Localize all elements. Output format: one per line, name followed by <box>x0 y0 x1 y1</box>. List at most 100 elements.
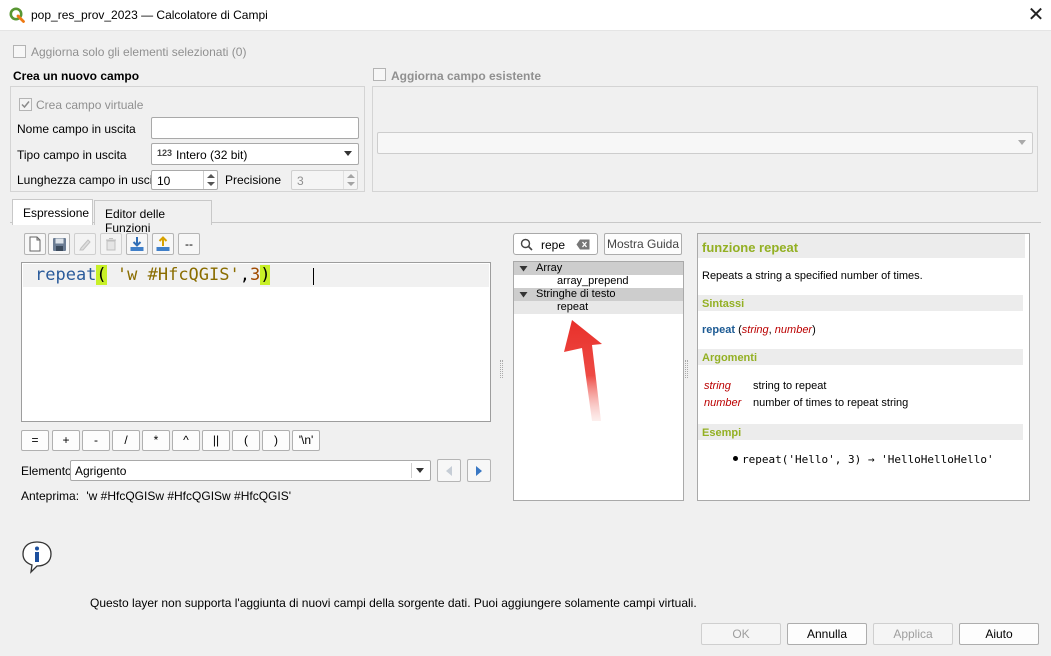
help-button[interactable]: Aiuto <box>959 623 1039 645</box>
pencil-icon <box>79 239 91 251</box>
arrow-right-icon <box>476 465 482 476</box>
splitter-handle[interactable] <box>685 360 688 378</box>
combo-separator <box>411 463 412 478</box>
only-selected-checkbox[interactable] <box>13 45 26 58</box>
preview-value: 'w #HfcQGISw #HfcQGISw #HfcQGIS' <box>86 489 291 503</box>
only-selected-label: Aggiorna solo gli elementi selezionati (… <box>31 45 247 59</box>
tree-item-array-prepend[interactable]: array_prepend <box>557 275 629 288</box>
spin-buttons[interactable] <box>343 171 357 189</box>
op-concat-button[interactable]: || <box>202 430 230 451</box>
syntax-open: ( <box>735 324 742 336</box>
spin-up-icon <box>347 174 355 178</box>
op-minus-button[interactable]: - <box>82 430 110 451</box>
arg-name-number: number <box>704 397 742 409</box>
previous-feature-button[interactable] <box>437 459 461 482</box>
output-type-label: Tipo campo in uscita <box>17 148 127 162</box>
import-button[interactable] <box>126 233 148 255</box>
window-title: pop_res_prov_2023 — Calcolatore di Campi <box>31 8 268 22</box>
syntax-close: ) <box>812 324 816 336</box>
expression-code: repeat( 'w #HfcQGIS',3) <box>35 264 271 287</box>
save-icon <box>52 237 66 251</box>
expression-editor[interactable]: repeat( 'w #HfcQGIS',3) <box>21 262 491 422</box>
syntax-line: repeat (string, number) <box>702 324 816 336</box>
splitter-handle[interactable] <box>500 360 503 378</box>
op-close-paren-button[interactable]: ) <box>262 430 290 451</box>
trash-icon <box>106 238 116 251</box>
search-icon <box>520 238 533 251</box>
output-length-label: Lunghezza campo in uscita <box>17 173 163 187</box>
comment-toggle-button[interactable]: -- <box>178 233 200 255</box>
spin-buttons[interactable] <box>203 171 217 189</box>
element-label: Elemento <box>21 464 72 478</box>
expand-arrow-icon[interactable] <box>519 291 528 299</box>
edit-button[interactable] <box>74 233 96 255</box>
export-icon <box>156 236 170 251</box>
virtual-field-label: Crea campo virtuale <box>36 98 144 112</box>
code-comma: , <box>239 265 250 285</box>
comment-dash-icon: -- <box>185 237 193 251</box>
save-button[interactable] <box>48 233 70 255</box>
update-field-checkbox[interactable] <box>373 68 386 81</box>
op-power-button[interactable]: ^ <box>172 430 200 451</box>
title-bar: pop_res_prov_2023 — Calcolatore di Campi… <box>0 0 1051 31</box>
precision-value: 3 <box>297 174 304 188</box>
chevron-down-icon <box>416 468 424 473</box>
op-equals-button[interactable]: = <box>21 430 49 451</box>
arg-name-string: string <box>704 380 731 392</box>
code-string: 'w #HfcQGIS' <box>106 265 240 285</box>
function-search-input[interactable]: repe <box>513 233 598 255</box>
spin-down-icon <box>347 182 355 186</box>
create-field-heading: Crea un nuovo campo <box>13 69 140 83</box>
annotation-arrow-icon <box>564 320 602 421</box>
integer-type-icon: 123 <box>157 148 173 158</box>
tree-selected-highlight <box>514 301 683 314</box>
existing-field-combo[interactable] <box>377 132 1033 154</box>
element-combo[interactable]: Agrigento <box>70 460 431 481</box>
output-name-input[interactable] <box>151 117 359 139</box>
op-open-paren-button[interactable]: ( <box>232 430 260 451</box>
preview-label: Anteprima: <box>21 489 80 503</box>
arg-desc-number: number of times to repeat string <box>753 397 909 409</box>
export-button[interactable] <box>152 233 174 255</box>
op-divide-button[interactable]: / <box>112 430 140 451</box>
next-feature-button[interactable] <box>467 459 491 482</box>
info-icon <box>22 541 52 574</box>
cancel-button[interactable]: Annulla <box>787 623 867 645</box>
tab-expression[interactable]: Espressione <box>12 199 93 225</box>
spin-down-icon <box>207 182 215 186</box>
arguments-section: Argomenti <box>698 349 1023 365</box>
syntax-section: Sintassi <box>698 295 1023 311</box>
tree-item-repeat[interactable]: repeat <box>557 301 588 314</box>
update-field-heading: Aggiorna campo esistente <box>391 69 542 83</box>
new-file-button[interactable] <box>24 233 46 255</box>
new-file-icon <box>29 236 41 252</box>
op-multiply-button[interactable]: * <box>142 430 170 451</box>
examples-heading: Esempi <box>702 427 742 439</box>
expand-arrow-icon[interactable] <box>519 265 528 273</box>
virtual-field-checkbox[interactable] <box>19 98 32 111</box>
output-length-value: 10 <box>157 174 171 188</box>
tree-group-strings[interactable]: Stringhe di testo <box>536 288 616 301</box>
arrow-left-icon <box>446 465 452 476</box>
delete-button[interactable] <box>100 233 122 255</box>
tab-function-editor[interactable]: Editor delle Funzioni <box>94 200 212 235</box>
arg-desc-string: string to repeat <box>753 380 827 392</box>
output-type-value: Intero (32 bit) <box>176 148 248 162</box>
ok-button[interactable]: OK <box>701 623 781 645</box>
op-newline-button[interactable]: '\n' <box>292 430 320 451</box>
tree-group-array[interactable]: Array <box>536 262 562 275</box>
clear-search-icon[interactable] <box>576 239 590 250</box>
arguments-heading: Argomenti <box>702 352 757 364</box>
precision-spinbox[interactable]: 3 <box>291 170 358 190</box>
chevron-down-icon <box>344 151 352 156</box>
output-type-combo[interactable]: 123 Intero (32 bit) <box>151 143 359 165</box>
op-plus-button[interactable]: + <box>52 430 80 451</box>
code-paren-open: ( <box>96 265 107 285</box>
close-icon[interactable]: ✕ <box>1026 4 1046 26</box>
apply-button[interactable]: Applica <box>873 623 953 645</box>
spin-up-icon <box>207 174 215 178</box>
code-number: 3 <box>249 265 261 285</box>
show-help-button[interactable]: Mostra Guida <box>604 233 682 255</box>
precision-label: Precisione <box>225 173 282 187</box>
output-length-spinbox[interactable]: 10 <box>151 170 218 190</box>
